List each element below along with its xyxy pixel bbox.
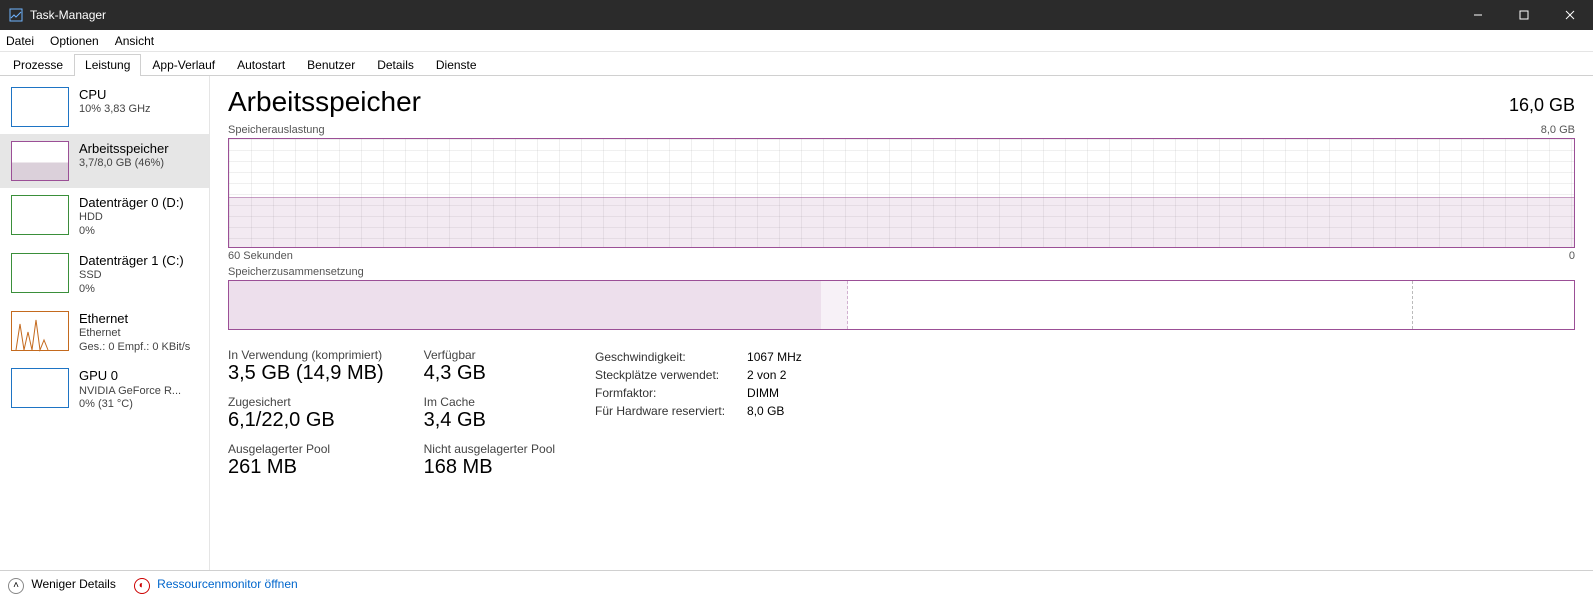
speed-value: 1067 MHz	[747, 348, 802, 366]
form-key: Formfaktor:	[595, 384, 735, 402]
chevron-up-icon: ˄	[8, 578, 24, 594]
fewer-details-label: Weniger Details	[31, 577, 115, 591]
sidebar-item-0[interactable]: CPU10% 3,83 GHz	[0, 80, 209, 134]
menubar: Datei Optionen Ansicht	[0, 30, 1593, 52]
main-panel: Arbeitsspeicher 16,0 GB Speicherauslastu…	[210, 76, 1593, 570]
sidebar-item-title: Arbeitsspeicher	[79, 141, 169, 157]
sidebar-item-2[interactable]: Datenträger 0 (D:)HDD0%	[0, 188, 209, 246]
sidebar: CPU10% 3,83 GHzArbeitsspeicher3,7/8,0 GB…	[0, 76, 210, 570]
menu-view[interactable]: Ansicht	[115, 34, 154, 48]
available-value: 4,3 GB	[424, 362, 555, 385]
sidebar-item-sub: NVIDIA GeForce R...	[79, 385, 181, 399]
sidebar-item-title: Ethernet	[79, 311, 190, 327]
graph-usage-label: Speicherauslastung	[228, 124, 325, 136]
window-title: Task-Manager	[30, 8, 106, 22]
nonpaged-value: 168 MB	[424, 456, 555, 479]
composition-used	[229, 281, 821, 329]
sidebar-item-sub2: 0%	[79, 283, 184, 297]
tab-details[interactable]: Details	[366, 54, 425, 76]
app-icon	[8, 7, 24, 23]
fewer-details-button[interactable]: ˄ Weniger Details	[8, 577, 116, 594]
in-use-label: In Verwendung (komprimiert)	[228, 348, 384, 362]
sidebar-item-sub: 3,7/8,0 GB (46%)	[79, 157, 169, 171]
sidebar-thumb-icon	[11, 311, 69, 351]
memory-details-table: Geschwindigkeit: 1067 MHz Steckplätze ver…	[595, 348, 802, 420]
minimize-button[interactable]	[1455, 0, 1501, 30]
slots-key: Steckplätze verwendet:	[595, 366, 735, 384]
paged-label: Ausgelagerter Pool	[228, 442, 384, 456]
sidebar-thumb-icon	[11, 141, 69, 181]
tab-processes[interactable]: Prozesse	[2, 54, 74, 76]
tab-services[interactable]: Dienste	[425, 54, 488, 76]
sidebar-item-sub2: 0% (31 °C)	[79, 398, 181, 412]
open-resmon-link[interactable]: ◐ Ressourcenmonitor öffnen	[134, 577, 298, 594]
nonpaged-label: Nicht ausgelagerter Pool	[424, 442, 555, 456]
maximize-button[interactable]	[1501, 0, 1547, 30]
sidebar-item-sub: Ethernet	[79, 327, 190, 341]
page-title: Arbeitsspeicher	[228, 86, 421, 118]
in-use-value: 3,5 GB (14,9 MB)	[228, 362, 384, 385]
cached-label: Im Cache	[424, 395, 555, 409]
paged-value: 261 MB	[228, 456, 384, 479]
available-label: Verfügbar	[424, 348, 555, 362]
reserved-value: 8,0 GB	[747, 402, 784, 420]
tab-users[interactable]: Benutzer	[296, 54, 366, 76]
graph-xaxis-right: 0	[1569, 250, 1575, 262]
tabbar: Prozesse Leistung App-Verlauf Autostart …	[0, 52, 1593, 76]
graph-composition-label: Speicherzusammensetzung	[228, 266, 364, 278]
sidebar-item-4[interactable]: EthernetEthernetGes.: 0 Empf.: 0 KBit/s	[0, 304, 209, 362]
composition-free	[1413, 281, 1574, 329]
memory-usage-graph[interactable]	[228, 138, 1575, 248]
sidebar-item-1[interactable]: Arbeitsspeicher3,7/8,0 GB (46%)	[0, 134, 209, 188]
sidebar-item-3[interactable]: Datenträger 1 (C:)SSD0%	[0, 246, 209, 304]
sidebar-item-sub: SSD	[79, 269, 184, 283]
sidebar-item-sub2: 0%	[79, 225, 184, 239]
resmon-label: Ressourcenmonitor öffnen	[157, 577, 298, 591]
sidebar-thumb-icon	[11, 87, 69, 127]
graph-xaxis-left: 60 Sekunden	[228, 250, 293, 262]
sidebar-thumb-icon	[11, 253, 69, 293]
menu-file[interactable]: Datei	[6, 34, 34, 48]
sidebar-item-sub: HDD	[79, 211, 184, 225]
sidebar-item-title: Datenträger 0 (D:)	[79, 195, 184, 211]
reserved-key: Für Hardware reserviert:	[595, 402, 735, 420]
memory-total: 16,0 GB	[1509, 95, 1575, 116]
sidebar-thumb-icon	[11, 368, 69, 408]
resmon-icon: ◐	[134, 578, 150, 594]
sidebar-item-title: CPU	[79, 87, 151, 103]
graph-usage-max: 8,0 GB	[1541, 124, 1575, 136]
tab-startup[interactable]: Autostart	[226, 54, 296, 76]
composition-standby	[848, 281, 1413, 329]
menu-options[interactable]: Optionen	[50, 34, 99, 48]
speed-key: Geschwindigkeit:	[595, 348, 735, 366]
tab-app-history[interactable]: App-Verlauf	[141, 54, 226, 76]
form-value: DIMM	[747, 384, 779, 402]
memory-composition-bar[interactable]	[228, 280, 1575, 330]
close-button[interactable]	[1547, 0, 1593, 30]
sidebar-item-title: GPU 0	[79, 368, 181, 384]
committed-value: 6,1/22,0 GB	[228, 409, 384, 432]
footer: ˄ Weniger Details ◐ Ressourcenmonitor öf…	[0, 570, 1593, 600]
slots-value: 2 von 2	[747, 366, 786, 384]
sidebar-item-title: Datenträger 1 (C:)	[79, 253, 184, 269]
committed-label: Zugesichert	[228, 395, 384, 409]
sidebar-item-sub2: Ges.: 0 Empf.: 0 KBit/s	[79, 341, 190, 355]
composition-modified	[821, 281, 848, 329]
tab-performance[interactable]: Leistung	[74, 54, 141, 76]
sidebar-item-5[interactable]: GPU 0NVIDIA GeForce R...0% (31 °C)	[0, 361, 209, 419]
sidebar-item-sub: 10% 3,83 GHz	[79, 103, 151, 117]
sidebar-thumb-icon	[11, 195, 69, 235]
cached-value: 3,4 GB	[424, 409, 555, 432]
titlebar: Task-Manager	[0, 0, 1593, 30]
